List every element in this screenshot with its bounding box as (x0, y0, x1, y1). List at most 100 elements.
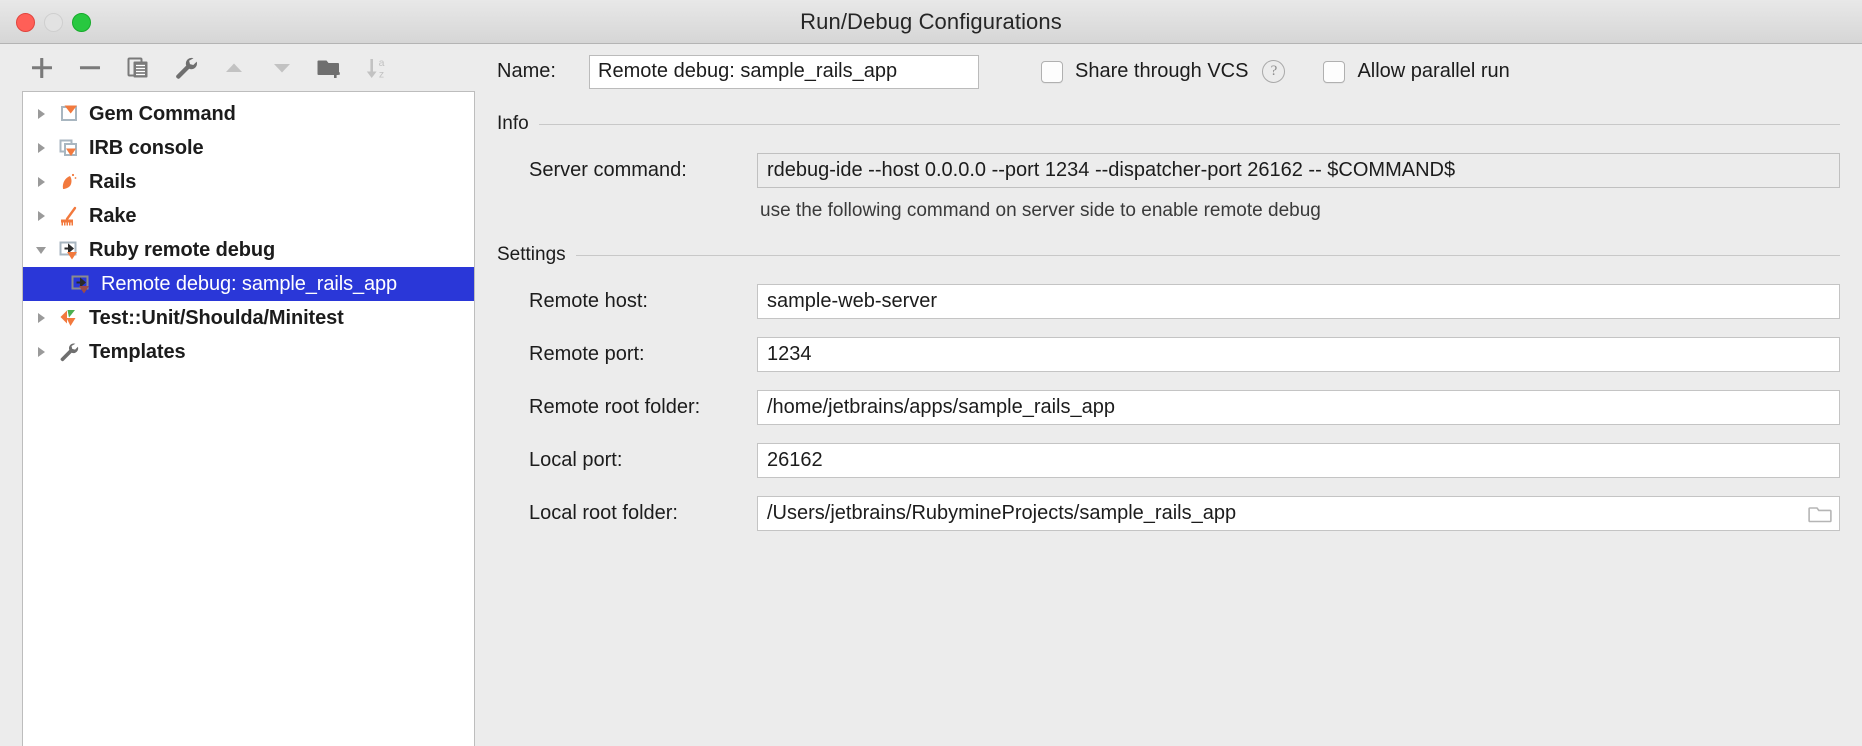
test-unit-icon (55, 307, 83, 329)
expand-collapse-toggle[interactable] (27, 344, 55, 360)
folder-icon (1809, 508, 1831, 522)
group-divider (539, 124, 1840, 125)
new-folder-button[interactable] (315, 53, 345, 83)
wrench-icon (176, 57, 197, 78)
edit-templates-button[interactable] (171, 53, 201, 83)
add-configuration-button[interactable] (27, 53, 57, 83)
arrow-down-icon (274, 64, 290, 73)
dialog-body: a z (0, 44, 1862, 746)
svg-text:z: z (379, 68, 384, 80)
tree-item-remote-debug-sample-rails-app[interactable]: Remote debug: sample_rails_app (23, 267, 474, 301)
name-label: Name: (497, 60, 589, 83)
checkbox-box[interactable] (1323, 61, 1345, 83)
tree-item-label: Templates (89, 341, 186, 364)
tree-item-irb-console[interactable]: IRB console (23, 131, 474, 165)
chevron-right-icon (38, 211, 45, 221)
tree-item-label: Remote debug: sample_rails_app (101, 273, 397, 296)
local-root-folder-input[interactable]: /Users/jetbrains/RubymineProjects/sample… (757, 496, 1840, 531)
expand-collapse-toggle[interactable] (27, 310, 55, 326)
local-root-folder-value: /Users/jetbrains/RubymineProjects/sample… (767, 502, 1236, 525)
tree-item-label: IRB console (89, 137, 203, 160)
name-row-options: Share through VCS ? Allow parallel run (1041, 60, 1510, 83)
rails-icon (55, 171, 83, 193)
tree-item-rake[interactable]: Rake (23, 199, 474, 233)
sort-button[interactable]: a z (363, 53, 393, 83)
local-port-value: 26162 (767, 449, 823, 472)
chevron-right-icon (38, 177, 45, 187)
chevron-right-icon (38, 347, 45, 357)
window-title: Run/Debug Configurations (800, 9, 1062, 35)
remove-configuration-button[interactable] (75, 53, 105, 83)
remote-debug-config-icon (67, 273, 95, 295)
remote-root-folder-row: Remote root folder: /home/jetbrains/apps… (497, 390, 1840, 425)
tree-item-ruby-remote-debug[interactable]: Ruby remote debug (23, 233, 474, 267)
expand-collapse-toggle[interactable] (27, 140, 55, 156)
tree-item-label: Rails (89, 171, 136, 194)
server-command-hint: use the following command on server side… (497, 200, 1840, 222)
configurations-pane: a z (0, 44, 475, 746)
remote-port-value: 1234 (767, 343, 812, 366)
local-root-folder-row: Local root folder: /Users/jetbrains/Ruby… (497, 496, 1840, 531)
help-icon[interactable]: ? (1262, 60, 1285, 83)
sort-alphabetical-icon: a z (367, 57, 385, 81)
share-through-vcs-checkbox[interactable]: Share through VCS ? (1041, 60, 1285, 83)
arrow-up-icon (226, 63, 242, 72)
minimize-button[interactable] (44, 13, 63, 32)
remote-port-row: Remote port: 1234 (497, 337, 1840, 372)
configurations-tree[interactable]: Gem Command (22, 91, 475, 746)
close-button[interactable] (16, 13, 35, 32)
tree-item-label: Gem Command (89, 103, 236, 126)
window-controls (16, 0, 91, 44)
remote-root-folder-input[interactable]: /home/jetbrains/apps/sample_rails_app (757, 390, 1840, 425)
tree-item-gem-command[interactable]: Gem Command (23, 97, 474, 131)
plus-icon (32, 58, 52, 78)
chevron-down-icon (36, 247, 46, 254)
server-command-label: Server command: (529, 159, 757, 182)
remote-root-folder-label: Remote root folder: (529, 396, 757, 419)
name-input[interactable]: Remote debug: sample_rails_app (589, 55, 979, 89)
configurations-toolbar: a z (0, 44, 475, 91)
expand-collapse-toggle[interactable] (27, 106, 55, 122)
browse-folder-button[interactable] (1807, 503, 1833, 525)
gem-command-icon (55, 103, 83, 125)
irb-console-icon (55, 137, 83, 159)
expand-collapse-toggle[interactable] (27, 242, 55, 258)
remote-port-input[interactable]: 1234 (757, 337, 1840, 372)
move-down-button[interactable] (267, 53, 297, 83)
info-group-header: Info (497, 113, 1840, 135)
remote-host-row: Remote host: sample-web-server (497, 284, 1840, 319)
folder-add-icon (318, 60, 340, 78)
tree-item-rails[interactable]: Rails (23, 165, 474, 199)
tree-item-test-unit-shoulda-minitest[interactable]: Test::Unit/Shoulda/Minitest (23, 301, 474, 335)
expand-collapse-toggle[interactable] (27, 174, 55, 190)
tree-item-label: Rake (89, 205, 136, 228)
name-input-value: Remote debug: sample_rails_app (598, 60, 897, 83)
settings-group-title: Settings (497, 244, 566, 266)
tree-item-label: Ruby remote debug (89, 239, 275, 262)
checkbox-box[interactable] (1041, 61, 1063, 83)
run-debug-configurations-window: Run/Debug Configurations (0, 0, 1862, 746)
local-port-label: Local port: (529, 449, 757, 472)
minus-icon (80, 66, 100, 69)
server-command-field[interactable]: rdebug-ide --host 0.0.0.0 --port 1234 --… (757, 153, 1840, 188)
allow-parallel-run-checkbox[interactable]: Allow parallel run (1323, 60, 1509, 83)
chevron-right-icon (38, 313, 45, 323)
remote-host-input[interactable]: sample-web-server (757, 284, 1840, 319)
copy-configuration-button[interactable] (123, 53, 153, 83)
server-command-row: Server command: rdebug-ide --host 0.0.0.… (497, 153, 1840, 188)
name-row: Name: Remote debug: sample_rails_app Sha… (475, 44, 1862, 91)
move-up-button[interactable] (219, 53, 249, 83)
remote-root-folder-value: /home/jetbrains/apps/sample_rails_app (767, 396, 1115, 419)
settings-group: Settings Remote host: sample-web-server … (497, 244, 1840, 531)
local-port-input[interactable]: 26162 (757, 443, 1840, 478)
share-through-vcs-label: Share through VCS (1075, 60, 1248, 83)
zoom-button[interactable] (72, 13, 91, 32)
tree-item-templates[interactable]: Templates (23, 335, 474, 369)
group-divider (576, 255, 1840, 256)
expand-collapse-toggle[interactable] (27, 208, 55, 224)
allow-parallel-run-label: Allow parallel run (1357, 60, 1509, 83)
settings-group-header: Settings (497, 244, 1840, 266)
tree-item-label: Test::Unit/Shoulda/Minitest (89, 307, 344, 330)
remote-host-label: Remote host: (529, 290, 757, 313)
rake-icon (55, 205, 83, 227)
